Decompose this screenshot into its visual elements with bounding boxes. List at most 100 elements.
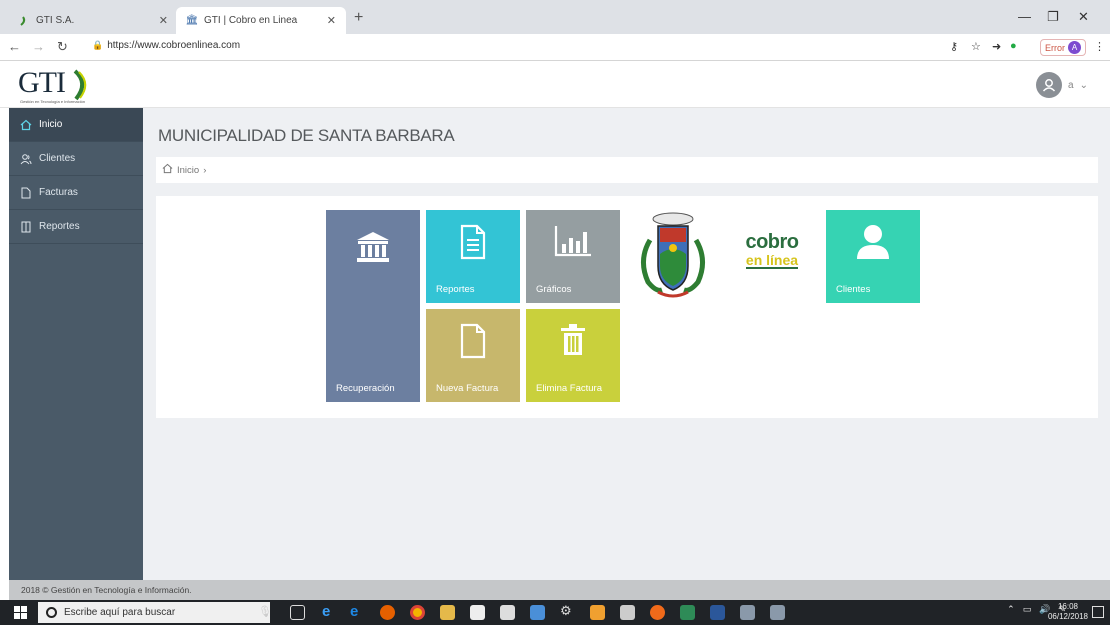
app-footer: 2018 © Gestión en Tecnología e Informaci… — [9, 580, 1110, 600]
tile-label: Elimina Factura — [536, 383, 602, 394]
mail-icon[interactable] — [500, 605, 515, 620]
sidebar-item-inicio[interactable]: Inicio — [9, 108, 143, 142]
profile-error-button[interactable]: Error A — [1040, 39, 1086, 56]
breadcrumb-home-link[interactable]: Inicio — [177, 165, 199, 176]
user-menu[interactable]: a ⌄ — [1036, 72, 1088, 98]
tile-graficos[interactable]: Gráficos — [526, 210, 620, 303]
new-tab-icon[interactable]: + — [354, 9, 363, 27]
bank-icon — [326, 230, 420, 264]
user-name: a — [1068, 79, 1074, 91]
lock-icon: 🔒 — [92, 40, 104, 50]
tile-label: Clientes — [836, 284, 871, 295]
sidebar: Inicio Clientes Facturas Reportes — [9, 108, 143, 580]
extension-arrow-icon[interactable]: ➜ — [992, 40, 1001, 53]
task-view-icon[interactable] — [290, 605, 305, 620]
edge-legacy-icon[interactable]: e — [322, 603, 337, 620]
page-title: MUNICIPALIDAD DE SANTA BARBARA — [158, 126, 455, 145]
url-field[interactable]: 🔒 https://www.cobroenlinea.com — [92, 40, 240, 51]
gti-favicon-icon — [18, 15, 30, 27]
municipal-coat-of-arms-icon — [634, 210, 712, 303]
home-icon — [19, 119, 33, 131]
app-grid-icon[interactable] — [740, 605, 755, 620]
sidebar-item-label: Clientes — [39, 153, 76, 164]
breadcrumb: Inicio › — [156, 157, 1098, 183]
browser-tab-bar: GTI S.A. ✕ 🏛 GTI | Cobro en Linea ✕ + — … — [0, 0, 1110, 34]
tile-reportes[interactable]: Reportes — [426, 210, 520, 303]
reload-icon[interactable]: ↻ — [57, 39, 68, 55]
user-avatar-icon — [1036, 72, 1063, 98]
main-content: MUNICIPALIDAD DE SANTA BARBARA Inicio › … — [143, 108, 1110, 580]
document-icon — [19, 187, 33, 199]
trash-icon — [526, 323, 620, 357]
firefox-icon[interactable] — [380, 605, 395, 620]
flame-app-icon[interactable] — [650, 605, 665, 620]
logo-swoosh-icon — [73, 69, 87, 101]
internet-explorer-icon[interactable]: e — [350, 603, 365, 620]
browser-tab-gti[interactable]: GTI S.A. ✕ — [8, 7, 178, 34]
settings-gear-icon[interactable]: ⚙ — [560, 603, 575, 618]
bookmark-star-icon[interactable]: ☆ — [971, 40, 981, 53]
report-document-icon — [426, 224, 520, 260]
user-icon — [826, 224, 920, 260]
gti-logo[interactable]: GTI Gestión en Tecnología e Información — [18, 66, 98, 104]
tile-clientes[interactable]: Clientes — [826, 210, 920, 303]
word-icon[interactable] — [710, 605, 725, 620]
back-arrow-icon[interactable]: ← — [8, 39, 21, 54]
tray-chevron-up-icon[interactable]: ⌃ — [1007, 604, 1015, 615]
address-bar: ← → ↻ 🔒 https://www.cobroenlinea.com ⚷ ☆ … — [0, 34, 1110, 61]
tile-elimina-factura[interactable]: Elimina Factura — [526, 309, 620, 402]
chevron-down-icon: ⌄ — [1079, 79, 1088, 91]
tile-label: Recuperación — [336, 383, 395, 394]
bank-favicon-icon: 🏛 — [185, 15, 199, 26]
dashboard-panel: Recuperación Reportes Gráficos Nueva Fac… — [156, 196, 1098, 418]
tile-label: Gráficos — [536, 284, 572, 295]
search-circle-icon — [46, 607, 57, 618]
sidebar-item-clientes[interactable]: Clientes — [9, 142, 143, 176]
notification-center-icon[interactable] — [1092, 606, 1104, 618]
file-explorer-icon[interactable] — [440, 605, 455, 620]
users-icon — [19, 153, 33, 165]
tile-label: Reportes — [436, 284, 475, 295]
calculator-icon[interactable] — [620, 605, 635, 620]
taskbar-search-input[interactable]: Escribe aquí para buscar — [38, 602, 270, 623]
microphone-icon[interactable]: 🎙 — [258, 605, 273, 620]
extension-green-icon[interactable]: ● — [1010, 40, 1017, 52]
menu-kebab-icon[interactable]: ⋮ — [1094, 40, 1105, 53]
breadcrumb-separator: › — [203, 164, 207, 176]
windows-start-icon[interactable] — [14, 606, 27, 619]
excel-icon[interactable] — [680, 605, 695, 620]
key-icon[interactable]: ⚷ — [950, 40, 958, 53]
chrome-icon[interactable] — [410, 605, 425, 620]
bar-chart-icon — [526, 224, 620, 258]
app-header: GTI Gestión en Tecnología e Información … — [0, 62, 1110, 108]
tile-label: Nueva Factura — [436, 383, 499, 394]
close-window-icon[interactable]: ✕ — [1078, 9, 1089, 25]
close-tab-icon[interactable]: ✕ — [327, 14, 336, 27]
home-icon — [162, 163, 173, 177]
sidebar-item-label: Inicio — [39, 119, 63, 130]
tile-recuperacion[interactable]: Recuperación — [326, 210, 420, 402]
close-tab-icon[interactable]: ✕ — [159, 14, 168, 27]
profile-avatar: A — [1068, 41, 1081, 54]
sidebar-item-label: Reportes — [39, 221, 80, 232]
network-icon[interactable]: ▭ — [1023, 604, 1032, 615]
report-icon — [19, 221, 33, 233]
people-icon[interactable] — [530, 605, 545, 620]
tile-nueva-factura[interactable]: Nueva Factura — [426, 309, 520, 402]
restore-icon[interactable]: ❐ — [1047, 9, 1059, 25]
tab-label: GTI S.A. — [36, 15, 75, 26]
store-icon[interactable] — [470, 605, 485, 620]
sidebar-item-reportes[interactable]: Reportes — [9, 210, 143, 244]
sidebar-item-facturas[interactable]: Facturas — [9, 176, 143, 210]
new-document-icon — [426, 323, 520, 359]
outlook-icon[interactable] — [590, 605, 605, 620]
windows-taskbar: Escribe aquí para buscar 🎙 e e ⚙ ⌃ ▭ 🔊 ✎… — [0, 600, 1110, 625]
tab-label: GTI | Cobro en Linea — [204, 15, 298, 26]
forward-arrow-icon[interactable]: → — [32, 39, 45, 54]
cobro-en-linea-logo: cobro en línea — [745, 231, 799, 269]
app-grid-2-icon[interactable] — [770, 605, 785, 620]
browser-tab-cobro[interactable]: 🏛 GTI | Cobro en Linea ✕ — [176, 7, 346, 34]
sidebar-item-label: Facturas — [39, 187, 78, 198]
minimize-icon[interactable]: — — [1018, 9, 1031, 24]
taskbar-clock[interactable]: 16:08 06/12/2018 — [1048, 602, 1088, 622]
